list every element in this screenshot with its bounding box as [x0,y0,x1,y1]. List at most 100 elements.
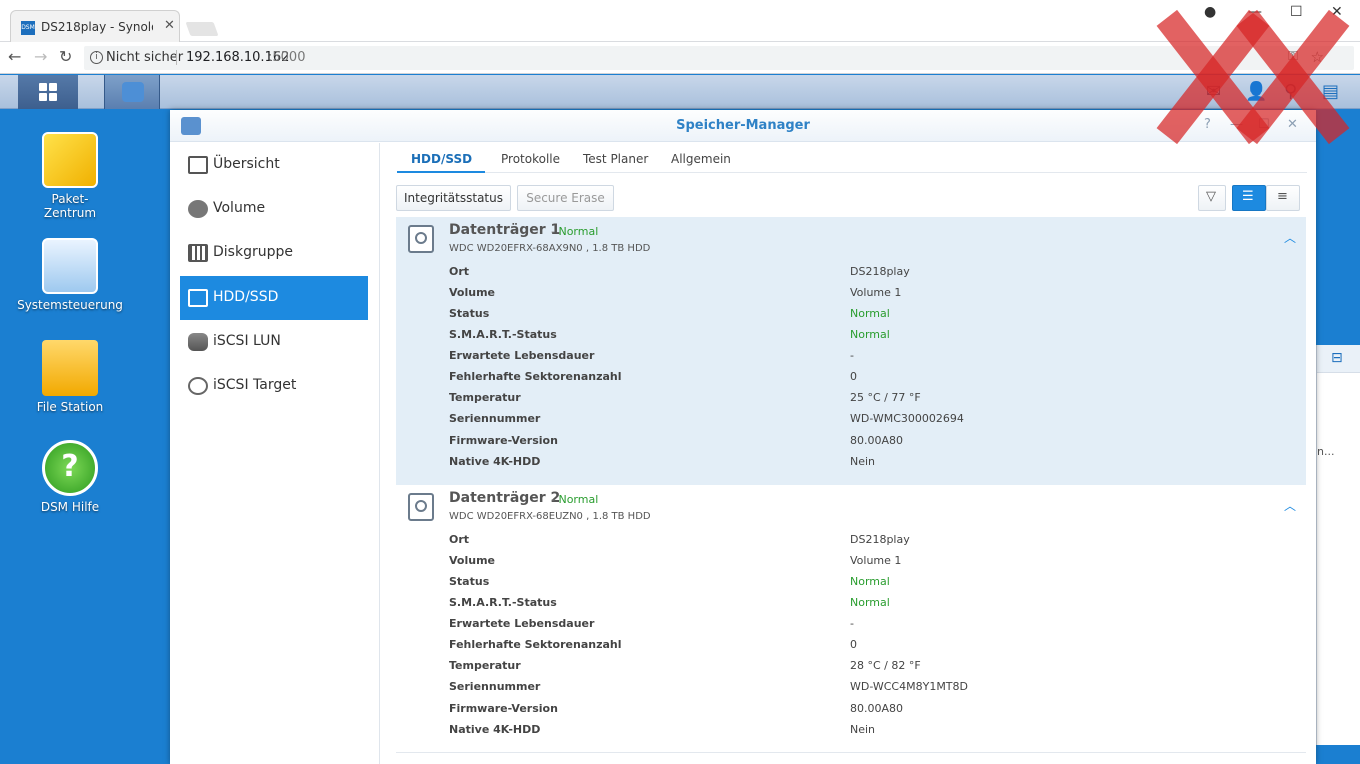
sidebar-item-hdd-ssd[interactable]: HDD/SSD [180,276,368,320]
detail-value: 80.00A80 [850,434,904,447]
detail-key: Ort [449,265,470,278]
sidebar-item-overview[interactable]: Übersicht [180,143,368,187]
hdd-icon [188,289,208,307]
volume-icon [188,200,208,218]
desktop-icon-package-center[interactable]: Paket- Zentrum [16,132,124,220]
dsm-taskbar: ✉ 👤 ⚲ ▤ [0,75,1360,109]
detail-value: Volume 1 [850,286,902,299]
detail-value: WD-WMC300002694 [850,412,964,425]
background-window-header: ⊟ [1317,345,1360,373]
filter-icon: ▽ [1206,189,1216,204]
new-tab-button[interactable] [185,22,219,36]
detail-key: Seriennummer [449,680,541,693]
filter-button[interactable]: ▽ [1198,185,1226,211]
sidebar-item-label: HDD/SSD [213,289,279,305]
detail-list-icon: ☰ [1242,189,1254,204]
detail-value: 80.00A80 [850,702,904,715]
desktop-icon-label: DSM Hilfe [40,500,100,514]
address-bar-row: ← → ↻ i Nicht sicher 192.168.10.162 :500… [0,42,1360,74]
detail-row: Firmware-Version 80.00A80 [449,699,1299,720]
info-icon[interactable]: i [90,51,103,64]
detail-value: WD-WCC4M8Y1MT8D [850,680,968,693]
detail-key: Fehlerhafte Sektorenanzahl [449,370,622,383]
detail-row: Temperatur 25 °C / 77 °F [449,388,1299,409]
hdd-icon [408,493,434,521]
detail-row: Status Normal [449,572,1299,593]
detail-key: Seriennummer [449,412,541,425]
list-view-button[interactable]: ≡ [1266,185,1300,211]
sidebar-item-label: iSCSI LUN [213,333,281,349]
tab-hdd-ssd[interactable]: HDD/SSD [411,152,472,166]
detail-row: Temperatur 28 °C / 82 °F [449,656,1299,677]
desktop-icon-dsm-help[interactable]: ? DSM Hilfe [16,440,124,514]
sidebar-item-iscsi-target[interactable]: iSCSI Target [180,364,368,408]
desktop-icon-label: File Station [36,400,104,414]
iscsi-lun-icon [188,333,208,351]
address-separator [176,50,177,65]
detail-view-button[interactable]: ☰ [1232,185,1266,211]
detail-key: S.M.A.R.T.-Status [449,596,557,609]
detail-key: Firmware-Version [449,702,558,715]
disk-card-2[interactable]: Datenträger 2 - Normal WDC WD20EFRX-68EU… [396,485,1306,753]
folder-search-icon [42,340,98,396]
disk-card-1[interactable]: Datenträger 1 - Normal WDC WD20EFRX-68AX… [396,217,1306,485]
back-icon[interactable]: ← [8,47,21,66]
detail-value: Volume 1 [850,554,902,567]
detail-key: S.M.A.R.T.-Status [449,328,557,341]
sidebar-item-iscsi-lun[interactable]: iSCSI LUN [180,320,368,364]
disk-status: - Normal [551,225,599,238]
detail-row: Seriennummer WD-WCC4M8Y1MT8D [449,677,1299,698]
chevron-up-icon[interactable]: ︿ [1284,497,1296,514]
main-menu-button[interactable] [18,75,78,109]
tab-protokolle[interactable]: Protokolle [501,152,560,166]
active-tab-underline [397,171,485,173]
grid-icon [39,83,57,101]
tab-test-planer[interactable]: Test Planer [583,152,648,166]
detail-key: Temperatur [449,659,521,672]
disk-name: Datenträger 2 [449,490,561,506]
panel-toggle-icon[interactable]: ⊟ [1331,350,1343,366]
detail-row: Volume Volume 1 [449,551,1299,572]
detail-value: Nein [850,455,876,468]
detail-row: Firmware-Version 80.00A80 [449,431,1299,452]
sidebar-item-volume[interactable]: Volume [180,187,368,231]
secure-erase-button[interactable]: Secure Erase [517,185,614,211]
sidebar-item-label: Volume [213,200,266,216]
sidebar: Übersicht Volume Diskgruppe HDD/SSD iSCS… [170,143,380,764]
truncated-text: n... [1317,445,1335,458]
detail-value: - [850,617,854,630]
desktop-icon-label: Systemsteuerung [17,298,123,312]
sidebar-item-diskgroup[interactable]: Diskgruppe [180,231,368,275]
desktop-icon-file-station[interactable]: File Station [16,340,124,414]
detail-row: S.M.A.R.T.-Status Normal [449,593,1299,614]
storage-manager-icon [122,82,144,102]
integrity-status-button[interactable]: Integritätsstatus [396,185,511,211]
background-window[interactable]: ⊟ n... [1316,345,1360,745]
detail-key: Status [449,307,490,320]
main-content: HDD/SSD Protokolle Test Planer Allgemein… [381,143,1316,764]
window-titlebar[interactable]: Speicher-Manager ? — ☐ ✕ [170,110,1316,142]
list-icon: ≡ [1277,189,1288,204]
detail-key: Volume [449,554,495,567]
chevron-up-icon[interactable]: ︿ [1284,229,1296,246]
detail-value: DS218play [850,265,910,278]
disk-status: - Normal [551,493,599,506]
detail-value: Nein [850,723,876,736]
help-icon: ? [42,440,98,496]
tab-allgemein[interactable]: Allgemein [671,152,731,166]
detail-key: Status [449,575,490,588]
reload-icon[interactable]: ↻ [59,47,72,66]
desktop-icon-control-panel[interactable]: Systemsteuerung [16,238,124,312]
forward-icon[interactable]: → [34,47,47,66]
detail-row: Fehlerhafte Sektorenanzahl 0 [449,635,1299,656]
storage-manager-taskbar-button[interactable] [104,75,160,109]
detail-key: Fehlerhafte Sektorenanzahl [449,638,622,651]
browser-tab[interactable]: DSM DS218play - Synology D ✕ [10,10,180,43]
detail-value: Normal [850,307,890,320]
detail-row: Native 4K-HDD Nein [449,452,1299,473]
disk-model: WDC WD20EFRX-68EUZN0 , 1.8 TB HDD [449,511,651,522]
detail-key: Temperatur [449,391,521,404]
close-tab-icon[interactable]: ✕ [164,18,175,33]
storage-manager-window: Speicher-Manager ? — ☐ ✕ Übersicht Volum… [170,110,1316,764]
disk-model: WDC WD20EFRX-68AX9N0 , 1.8 TB HDD [449,243,651,254]
